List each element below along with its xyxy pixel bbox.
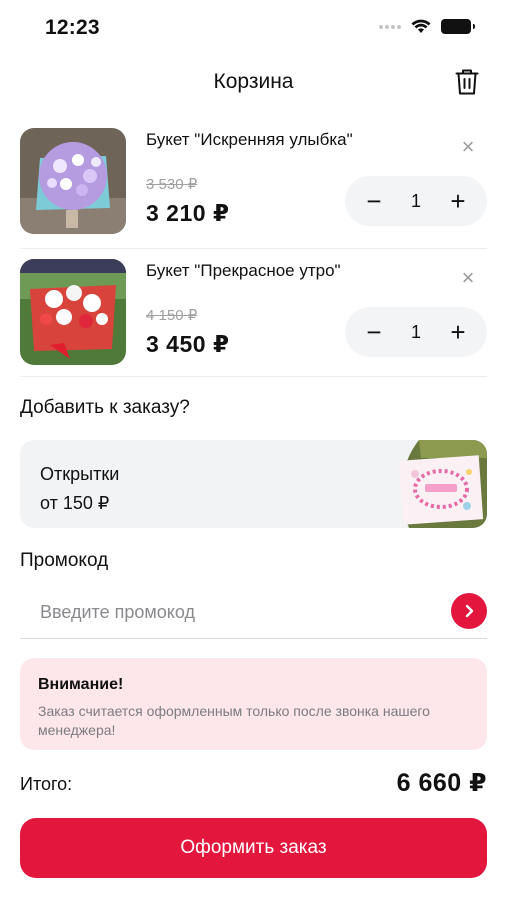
page-title: Корзина	[213, 70, 294, 93]
promo-field	[20, 589, 487, 639]
notice-box: Внимание! Заказ считается оформленным то…	[20, 658, 487, 750]
status-icons	[379, 19, 475, 34]
divider	[20, 376, 487, 377]
postcard-image	[398, 440, 487, 528]
bouquet-image[interactable]	[20, 128, 126, 234]
promo-heading: Промокод	[20, 550, 109, 571]
decrease-quantity-button[interactable]: −	[363, 319, 385, 345]
cart-item: Букет "Прекрасное утро" 4 150 ₽ 3 450 ₽ …	[20, 248, 487, 378]
addon-price: от 150 ₽	[40, 493, 110, 513]
item-price: 3 210 ₽	[146, 200, 230, 226]
notice-title: Внимание!	[38, 676, 124, 693]
cart-item: Букет "Искренняя улыбка" 3 530 ₽ 3 210 ₽…	[20, 118, 487, 248]
checkout-button[interactable]: Оформить заказ	[20, 818, 487, 878]
clear-cart-button[interactable]	[453, 66, 481, 98]
increase-quantity-button[interactable]: +	[447, 188, 469, 214]
close-icon: ×	[461, 265, 475, 290]
item-name: Букет "Прекрасное утро"	[146, 261, 341, 280]
chevron-right-icon	[465, 604, 474, 618]
trash-icon	[455, 69, 479, 95]
signal-icon	[379, 24, 401, 29]
quantity-value: 1	[410, 321, 421, 342]
total-value: 6 660 ₽	[396, 769, 487, 797]
quantity-stepper: − 1 +	[345, 307, 487, 357]
promo-code-input[interactable]	[40, 597, 430, 627]
item-name: Букет "Искренняя улыбка"	[146, 130, 353, 149]
decrease-quantity-button[interactable]: −	[363, 188, 385, 214]
addon-name: Открытки	[40, 464, 120, 484]
remove-item-button[interactable]: ×	[457, 267, 479, 289]
apply-promo-button[interactable]	[451, 593, 487, 629]
bouquet-image[interactable]	[20, 259, 126, 365]
status-time: 12:23	[45, 16, 100, 39]
increase-quantity-button[interactable]: +	[447, 319, 469, 345]
addon-card-postcards[interactable]: Открытки от 150 ₽	[20, 440, 487, 528]
item-price: 3 450 ₽	[146, 331, 230, 357]
battery-icon	[441, 19, 475, 34]
quantity-stepper: − 1 +	[345, 176, 487, 226]
addons-heading: Добавить к заказу?	[20, 397, 190, 418]
notice-text: Заказ считается оформленным только после…	[38, 703, 430, 738]
total-label: Итого:	[20, 774, 73, 794]
remove-item-button[interactable]: ×	[457, 136, 479, 158]
item-old-price: 4 150 ₽	[146, 307, 198, 324]
status-bar: 12:23	[0, 0, 507, 56]
close-icon: ×	[461, 134, 475, 159]
item-old-price: 3 530 ₽	[146, 176, 198, 193]
wifi-icon	[411, 19, 431, 33]
quantity-value: 1	[410, 190, 421, 211]
